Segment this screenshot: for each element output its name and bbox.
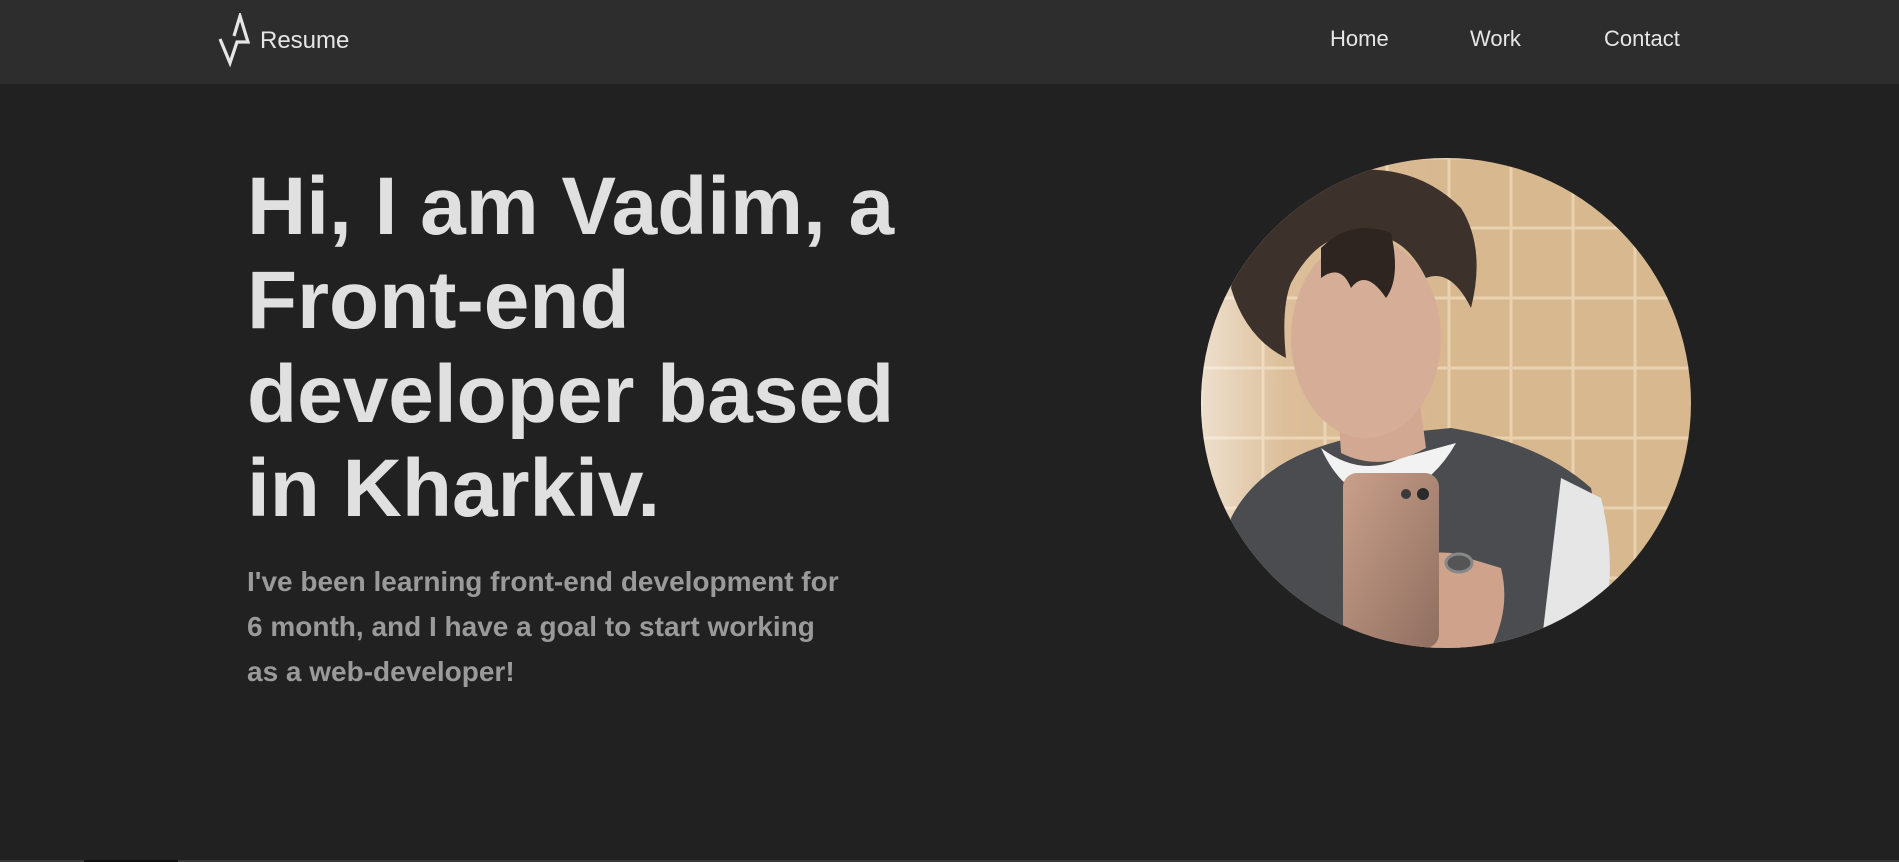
- hero-description: I've been learning front-end development…: [247, 559, 887, 694]
- site-header: Resume Home Work Contact: [0, 0, 1899, 84]
- nav-contact-link[interactable]: Contact: [1604, 26, 1680, 52]
- main-nav: Home Work Contact: [0, 26, 1899, 56]
- nav-work-link[interactable]: Work: [1470, 26, 1521, 52]
- hero-description-line: 6 month, and I have a goal to start work…: [247, 611, 815, 642]
- hero-title: Hi, I am Vadim, a Front-end developer ba…: [247, 160, 987, 536]
- hero-title-line: in Kharkiv.: [247, 443, 661, 534]
- hero-description-line: as a web-developer!: [247, 656, 515, 687]
- hero-description-line: I've been learning front-end development…: [247, 566, 839, 597]
- profile-photo-illustration: [1201, 158, 1691, 648]
- nav-home-link[interactable]: Home: [1330, 26, 1389, 52]
- profile-photo: [1201, 158, 1691, 648]
- hero-title-line: Front-end: [247, 255, 630, 346]
- hero-title-line: developer based: [247, 349, 895, 440]
- hero-title-line: Hi, I am Vadim, a: [247, 161, 895, 252]
